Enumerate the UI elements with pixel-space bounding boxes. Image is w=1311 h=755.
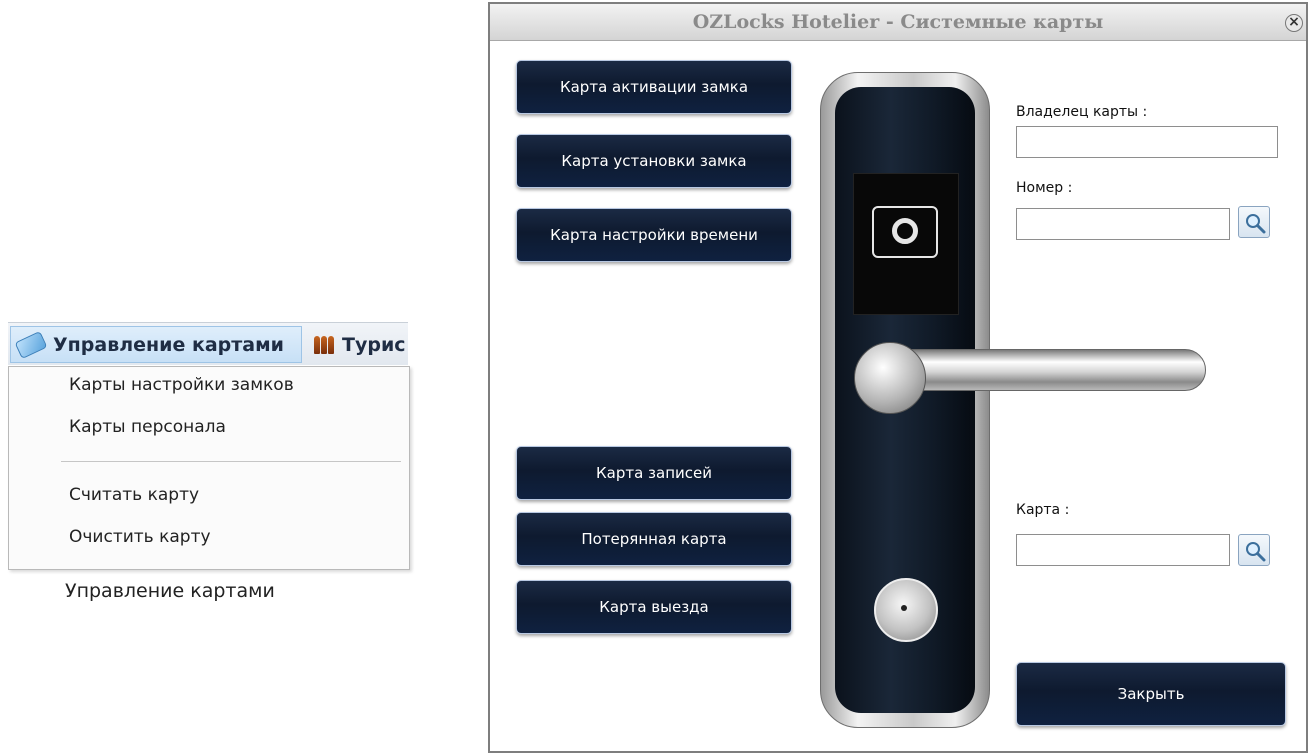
card-reader-logo-icon	[872, 206, 938, 258]
number-field[interactable]	[1016, 208, 1230, 240]
handle-rose	[854, 342, 926, 414]
card-search-button[interactable]	[1238, 534, 1270, 566]
number-label: Номер :	[1016, 180, 1073, 196]
close-icon[interactable]: ×	[1285, 14, 1303, 32]
time-setup-card-button[interactable]: Карта настройки времени	[516, 208, 792, 262]
card-label: Карта :	[1016, 502, 1070, 518]
owner-label: Владелец карты :	[1016, 104, 1148, 120]
system-cards-dialog: OZLocks Hotelier - Системные карты × Кар…	[488, 2, 1308, 753]
close-button[interactable]: Закрыть	[1016, 662, 1286, 726]
number-search-button[interactable]	[1238, 206, 1270, 238]
menu-item-clear-card[interactable]: Очистить карту	[69, 527, 211, 547]
lock-setup-card-button[interactable]: Карта установки замка	[516, 134, 792, 188]
menu-item-staff-cards[interactable]: Карты персонала	[69, 417, 226, 437]
lost-card-button[interactable]: Потерянная карта	[516, 512, 792, 566]
search-icon	[1246, 214, 1266, 234]
card-field[interactable]	[1016, 534, 1230, 566]
menu-card-management[interactable]: Управление картами	[10, 326, 302, 363]
search-icon	[1246, 542, 1266, 562]
menu-snippet: Управление картами Турис Карты настройки…	[8, 322, 410, 570]
menu-caption: Управление картами	[65, 580, 275, 602]
menu-card-management-label: Управление картами	[53, 333, 284, 356]
dialog-titlebar: OZLocks Hotelier - Системные карты ×	[490, 4, 1306, 41]
card-reader	[853, 173, 959, 315]
people-icon	[314, 335, 334, 354]
lock-activation-card-button[interactable]: Карта активации замка	[516, 60, 792, 114]
card-icon	[14, 330, 48, 359]
card-management-dropdown: Карты настройки замков Карты персонала С…	[8, 366, 410, 570]
keyhole-icon	[874, 578, 938, 642]
menu-bar: Управление картами Турис	[8, 322, 408, 365]
menu-tourists[interactable]: Турис	[308, 326, 408, 363]
menu-tourists-label: Турис	[342, 333, 406, 356]
menu-separator	[61, 461, 401, 462]
dialog-title: OZLocks Hotelier - Системные карты	[692, 11, 1104, 33]
records-card-button[interactable]: Карта записей	[516, 446, 792, 500]
door-handle	[888, 349, 1206, 391]
menu-item-read-card[interactable]: Считать карту	[69, 485, 199, 505]
menu-item-lock-setup-cards[interactable]: Карты настройки замков	[69, 375, 294, 395]
owner-field[interactable]	[1016, 126, 1278, 158]
checkout-card-button[interactable]: Карта выезда	[516, 580, 792, 634]
